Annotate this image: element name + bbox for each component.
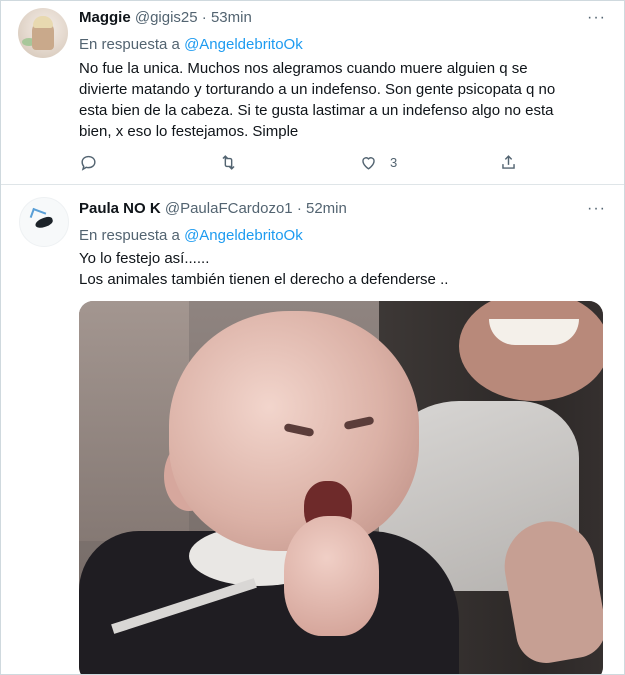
like-button[interactable]: 3 [359, 151, 397, 173]
like-count: 3 [390, 154, 398, 170]
more-icon[interactable]: ··· [587, 9, 606, 27]
display-name[interactable]: Paula NO K [79, 200, 161, 217]
tweet-text-line: bien, x eso lo festejamos. Simple [79, 123, 299, 140]
tweet-actions: 3 [79, 151, 529, 173]
tweet-text-line: No fue la unica. Muchos nos alegramos cu… [79, 60, 528, 77]
reply-mention-link[interactable]: @AngeldebritoOk [184, 36, 303, 53]
timestamp[interactable]: · 53min [202, 9, 252, 26]
avatar-paula[interactable] [19, 197, 69, 247]
share-icon [502, 154, 515, 169]
screenshot-frame: Maggie @gigis25 · 53min ··· En respuesta… [0, 0, 625, 675]
tweet-header: Paula NO K @PaulaFCardozo1 · 52min [79, 200, 347, 217]
share-button[interactable] [499, 151, 518, 173]
retweet-button[interactable] [219, 151, 238, 173]
avatar-maggie[interactable] [18, 8, 68, 58]
media-fist-shape [284, 516, 379, 636]
reply-prefix: En respuesta a [79, 227, 180, 244]
tweet-text-line: divierte matando y torturando a un indef… [79, 81, 556, 98]
media-teeth-shape [489, 319, 579, 345]
reply-prefix: En respuesta a [79, 36, 180, 53]
user-handle[interactable]: @PaulaFCardozo1 [165, 200, 293, 217]
avatar-hair-shape [33, 16, 53, 28]
tweet-text: No fue la unica. Muchos nos alegramos cu… [79, 58, 604, 142]
tweet-text-line: esta bien de la cabeza. Si te gusta last… [79, 102, 554, 119]
reply-icon [81, 155, 96, 171]
more-icon[interactable]: ··· [587, 200, 606, 218]
timestamp[interactable]: · 52min [297, 200, 347, 217]
tweet-text-line: Yo lo festejo así...... [79, 250, 210, 267]
reply-mention-link[interactable]: @AngeldebritoOk [184, 227, 303, 244]
tweet-text: Yo lo festejo así...... Los animales tam… [79, 248, 604, 290]
tweet-media-gif[interactable] [79, 301, 603, 674]
reply-context: En respuesta a @AngeldebritoOk [79, 227, 303, 244]
retweet-icon [222, 154, 235, 170]
reply-button[interactable] [79, 151, 98, 173]
like-icon [362, 156, 375, 170]
display-name[interactable]: Maggie [79, 9, 131, 26]
tweet-text-line: Los animales también tienen el derecho a… [79, 271, 449, 288]
user-handle[interactable]: @gigis25 [135, 9, 198, 26]
tweet-header: Maggie @gigis25 · 53min [79, 9, 252, 26]
reply-context: En respuesta a @AngeldebritoOk [79, 36, 303, 53]
